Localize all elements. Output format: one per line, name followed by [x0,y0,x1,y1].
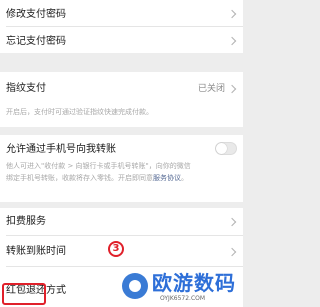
fingerprint-group: 指纹支付 已关闭 开启后，支付时可通过验证指纹快速完成付款。 [0,72,243,127]
phone-transfer-desc-line2: 绑定手机号转账，收款将存入零钱。开启即同意服务协议。 [6,173,188,183]
phone-transfer-desc-line1: 他人可进入"收付款 > 向银行卡或手机号转账"，向你的微信 [6,162,191,170]
step-number-badge: 3 [108,241,124,257]
change-password-label: 修改支付密码 [6,9,66,20]
service-agreement-link[interactable]: 服务协议 [153,174,181,182]
chevron-right-icon [227,247,237,257]
chevron-right-icon [227,84,237,94]
phone-transfer-toggle[interactable] [215,142,237,155]
watermark: 欧游数码 OYJK6572.COM [122,270,243,307]
chevron-right-icon [227,9,237,19]
forgot-password-row[interactable]: 忘记支付密码 [0,27,243,53]
phone-transfer-desc-end: 。 [181,174,188,182]
fingerprint-label: 指纹支付 [6,83,46,94]
watermark-brand: 欧游数码 [152,271,236,295]
red-packet-highlight [2,283,46,305]
phone-transfer-desc-text: 绑定手机号转账，收款将存入零钱。开启即同意 [6,174,153,182]
phone-transfer-group: 允许通过手机号向我转账 他人可进入"收付款 > 向银行卡或手机号转账"，向你的微… [0,135,243,202]
fingerprint-row[interactable]: 指纹支付 已关闭 [0,72,243,98]
forgot-password-label: 忘记支付密码 [6,36,66,47]
password-group: 修改支付密码 忘记支付密码 [0,0,243,53]
deduction-row[interactable]: 扣费服务 [0,208,243,234]
transfer-time-label: 转账到账时间 [6,246,66,257]
chevron-right-icon [227,217,237,227]
change-password-row[interactable]: 修改支付密码 [0,0,243,26]
toggle-knob [216,143,227,154]
fingerprint-status: 已关闭 [197,84,225,94]
phone-transfer-label: 允许通过手机号向我转账 [6,144,116,155]
deduction-label: 扣费服务 [6,216,46,227]
fingerprint-description: 开启后，支付时可通过验证指纹快速完成付款。 [6,108,153,116]
watermark-url: OYJK6572.COM [160,295,206,302]
divider [6,266,243,267]
watermark-logo-icon [122,273,148,299]
chevron-right-icon [227,36,237,46]
